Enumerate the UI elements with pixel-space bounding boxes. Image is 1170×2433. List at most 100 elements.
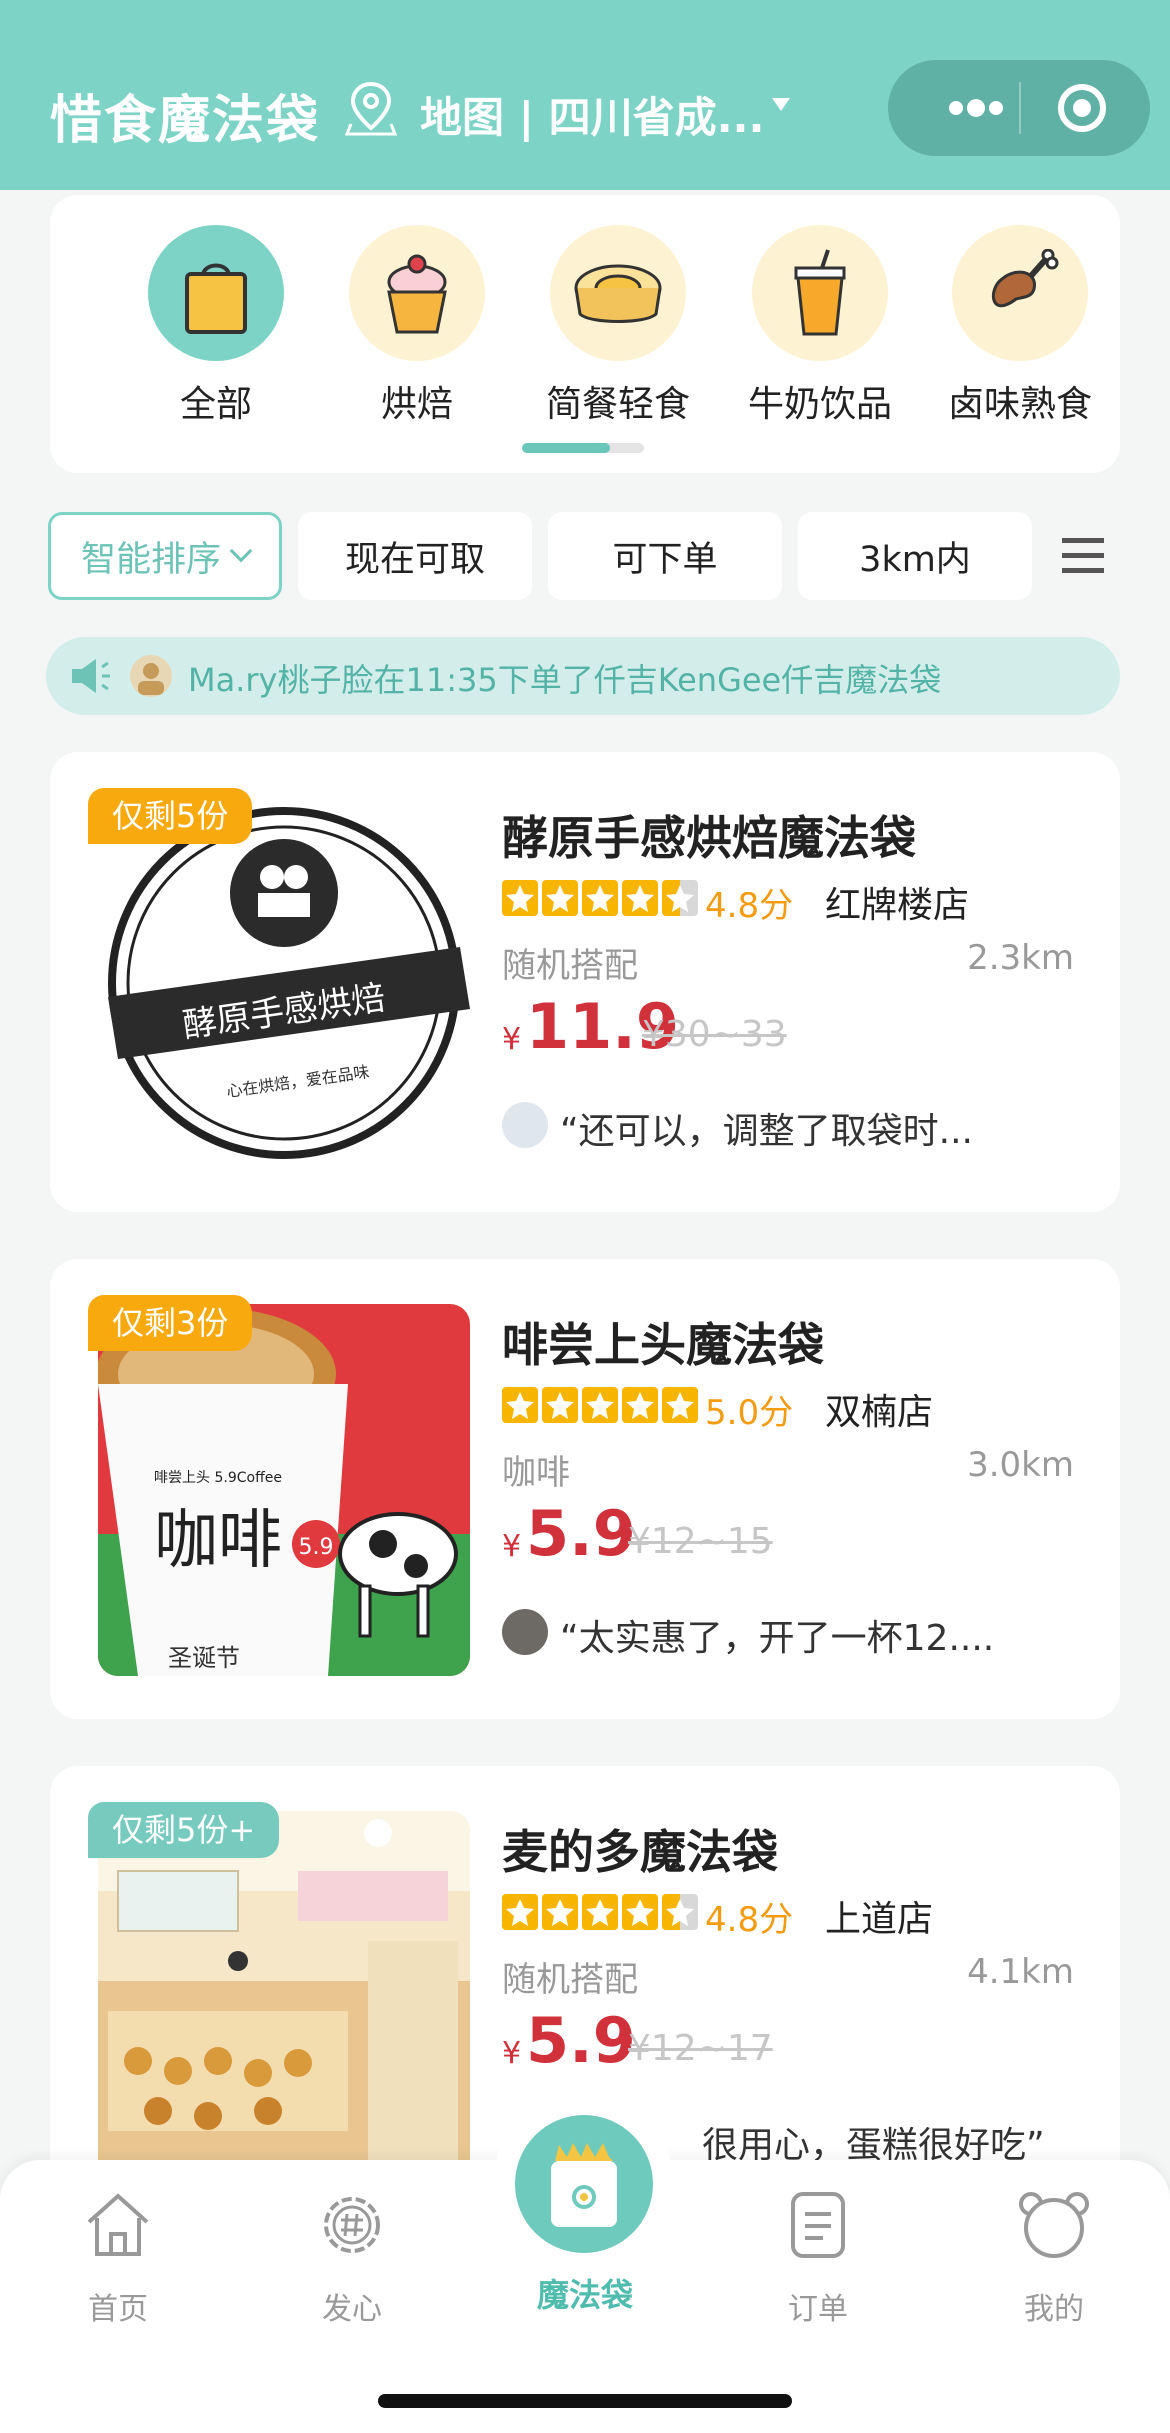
shopping-bag-icon	[185, 263, 247, 334]
star-icon	[662, 1387, 698, 1423]
star-icon	[502, 1894, 538, 1930]
filter-orderable[interactable]: 可下单	[548, 512, 782, 600]
currency-symbol: ¥	[502, 1529, 522, 1564]
sort-dropdown[interactable]: 智能排序	[48, 512, 282, 600]
rating-stars	[502, 1894, 702, 1934]
store-logo-image: 酵原手感烘焙 心在烘焙，爱在品味	[98, 797, 470, 1169]
location-selector[interactable]: 地图 | 四川省成...	[420, 84, 764, 145]
chevron-down-icon[interactable]	[772, 98, 790, 111]
cup-text: 咖啡	[154, 1504, 282, 1578]
cup-top-text: 啡尝上头 5.9Coffee	[154, 1470, 282, 1486]
reviewer-avatar	[502, 1609, 548, 1655]
currency-symbol: ¥	[502, 1022, 522, 1057]
price: 5.9	[526, 2004, 636, 2077]
category-drinks[interactable]: 牛奶饮品	[730, 225, 910, 427]
home-icon	[87, 2193, 149, 2256]
stock-badge: 仅剩5份+	[88, 1802, 280, 1858]
category-scroll-indicator	[522, 443, 644, 453]
tab-label-active[interactable]: 魔法袋	[490, 2270, 680, 2316]
review-snippet: “还可以，调整了取袋时...	[560, 1111, 973, 1152]
category-circle	[349, 225, 485, 361]
original-price: ¥12~15	[628, 1521, 773, 1562]
half-star-icon	[662, 1894, 698, 1930]
category-circle	[550, 225, 686, 361]
star-icon	[582, 1387, 618, 1423]
order-notice-banner: Ma.ry桃子脸在11:35下单了仟吉KenGee仟吉魔法袋	[46, 637, 1120, 715]
avatar	[130, 655, 172, 697]
bear-face-icon	[1019, 2192, 1089, 2258]
half-star-icon	[662, 880, 698, 916]
original-price: ¥12~17	[628, 2028, 773, 2069]
category-circle	[752, 225, 888, 361]
tab-magic-bag[interactable]	[515, 2115, 653, 2253]
chevron-down-icon	[229, 539, 253, 563]
store-branch: 上道店	[825, 1899, 934, 1940]
category-label: 简餐轻食	[545, 384, 690, 425]
store-name: 啡尝上头魔法袋	[502, 1318, 824, 1372]
bag-type: 咖啡	[502, 1453, 570, 1493]
store-branch: 红牌楼店	[825, 885, 970, 926]
dumpling-steamer-icon	[574, 264, 662, 323]
tab-mine[interactable]: 我的	[984, 2188, 1124, 2328]
gear-hash-icon	[324, 2197, 380, 2253]
star-icon	[502, 880, 538, 916]
store-name: 酵原手感烘焙魔法袋	[502, 811, 916, 865]
magic-bag-icon	[551, 2143, 617, 2227]
star-icon	[582, 880, 618, 916]
rating-score: 4.8分	[705, 886, 794, 926]
tab-heart[interactable]: 发心	[282, 2188, 422, 2328]
stock-badge: 仅剩5份	[88, 788, 253, 844]
review-snippet: “太实惠了，开了一杯12....	[560, 1618, 995, 1659]
category-all[interactable]: 全部	[126, 225, 306, 427]
star-icon	[622, 1387, 658, 1423]
chicken-leg-icon	[992, 249, 1059, 308]
mini-program-capsule	[888, 60, 1150, 156]
price: 5.9	[526, 1497, 636, 1570]
currency-symbol: ¥	[502, 2036, 522, 2071]
capsule-divider	[1019, 82, 1021, 134]
store-card[interactable]: 咖啡 啡尝上头 5.9Coffee 5.9 圣诞节 仅剩3份 啡尝上头魔法袋 5…	[50, 1259, 1120, 1719]
store-distance: 4.1km	[967, 1952, 1074, 1992]
rating-stars	[502, 1387, 702, 1427]
category-braised[interactable]: 卤味熟食	[930, 225, 1110, 427]
speaker-icon	[72, 659, 110, 693]
event-text: 圣诞节	[168, 1644, 240, 1672]
target-icon[interactable]	[1056, 82, 1108, 134]
tab-orders[interactable]: 订单	[748, 2188, 888, 2328]
category-label: 卤味熟食	[947, 384, 1092, 425]
store-interior-image	[98, 1811, 470, 2183]
tab-label: 首页	[88, 2292, 148, 2327]
menu-icon[interactable]	[1062, 536, 1104, 576]
tab-home[interactable]: 首页	[48, 2188, 188, 2328]
store-card[interactable]: 酵原手感烘焙 心在烘焙，爱在品味 仅剩5份 酵原手感烘焙魔法袋 4.8分 红牌楼…	[50, 752, 1120, 1212]
star-icon	[542, 1387, 578, 1423]
store-product-image: 咖啡 啡尝上头 5.9Coffee 5.9 圣诞节	[98, 1304, 470, 1676]
category-bakery[interactable]: 烘焙	[327, 225, 507, 427]
reviewer-avatar	[502, 1102, 548, 1148]
star-icon	[542, 1894, 578, 1930]
filter-distance[interactable]: 3km内	[798, 512, 1032, 600]
tab-label: 发心	[322, 2292, 382, 2327]
store-branch: 双楠店	[825, 1392, 934, 1433]
star-icon	[542, 880, 578, 916]
cup-badge: 5.9	[299, 1535, 334, 1560]
scroll-thumb	[522, 443, 610, 453]
location-pin-icon[interactable]	[345, 80, 397, 136]
tab-label: 我的	[1024, 2292, 1084, 2327]
category-circle	[148, 225, 284, 361]
category-label: 烘焙	[380, 384, 453, 425]
tab-label: 订单	[788, 2292, 848, 2327]
bag-type: 随机搭配	[502, 1960, 638, 2000]
category-light-meal[interactable]: 简餐轻食	[528, 225, 708, 427]
rating-stars	[502, 880, 702, 920]
top-header: 惜食魔法袋 地图 | 四川省成...	[0, 0, 1170, 190]
star-icon	[622, 1894, 658, 1930]
rating-score: 5.0分	[705, 1393, 794, 1433]
stock-badge: 仅剩3份	[88, 1295, 253, 1351]
category-label: 牛奶饮品	[747, 384, 892, 425]
notice-text: Ma.ry桃子脸在11:35下单了仟吉KenGee仟吉魔法袋	[188, 661, 942, 699]
filter-available-now[interactable]: 现在可取	[298, 512, 532, 600]
drink-cup-icon	[794, 249, 846, 336]
more-dots-icon[interactable]	[946, 94, 1006, 122]
home-indicator	[378, 2394, 792, 2408]
